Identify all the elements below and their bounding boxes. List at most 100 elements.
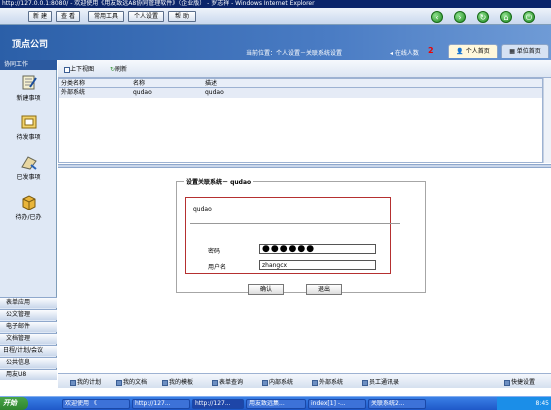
table-scrollbar[interactable]	[543, 78, 551, 163]
sidebar-item-sent-label: 已发事项	[16, 174, 41, 181]
exit-button[interactable]: 退出	[306, 284, 342, 295]
view-button[interactable]: 查 看	[56, 11, 80, 22]
sidebar-section-calendar[interactable]: 日程/计划/会议	[0, 345, 57, 356]
sidebar-title: 协同工作	[0, 60, 57, 70]
start-button[interactable]: 开始	[0, 397, 28, 410]
sidebar-section-files[interactable]: 文档管理	[0, 333, 57, 344]
logout-icon[interactable]: ⏻	[523, 11, 535, 23]
new-button[interactable]: 新 建	[28, 11, 52, 22]
settings-legend: 设置关联系统－ qudao	[184, 177, 254, 186]
main-toolbar: 上下视图 ↻刷新	[58, 60, 551, 78]
detail-panel: 设置关联系统－ qudao qudao 密码 ●●●●●● 用户名 zhangc…	[58, 168, 551, 373]
link-my-plan-label: 我的计划	[77, 379, 102, 386]
link-my-plan[interactable]: 我的计划	[70, 377, 101, 386]
tab-unit-home[interactable]: ▦ 单位首页	[501, 44, 549, 58]
password-label: 密码	[208, 248, 221, 255]
back-icon[interactable]: ‹	[431, 11, 443, 23]
link-my-documents[interactable]: 我的文档	[116, 377, 147, 386]
home-icon[interactable]: ⌂	[500, 11, 512, 23]
settings-icon	[504, 379, 510, 386]
tab-personal-home[interactable]: 👤 个人首页	[448, 44, 498, 58]
internal-system-icon	[262, 379, 268, 386]
refresh-label: 刷新	[115, 66, 128, 73]
sidebar-section-public-info[interactable]: 公共信息	[0, 357, 57, 368]
shortcut-settings-link[interactable]: 快捷设置	[504, 377, 535, 386]
refresh-button[interactable]: ↻刷新	[110, 64, 127, 73]
view-toggle-button[interactable]: 上下视图	[64, 64, 94, 73]
query-icon	[212, 379, 218, 386]
task-item[interactable]: http://127...	[192, 399, 244, 409]
link-internal-system[interactable]: 内部系统	[262, 377, 293, 386]
sidebar-section-email[interactable]: 电子邮件	[0, 321, 57, 332]
credentials-box: qudao 密码 ●●●●●● 用户名 zhangcx	[185, 197, 400, 274]
system-tray-clock: 8:45	[497, 397, 551, 410]
online-label: 在线人数	[394, 50, 419, 57]
link-directory[interactable]: 员工通讯录	[362, 377, 399, 386]
link-form-query[interactable]: 表单查询	[212, 377, 243, 386]
refresh-icon[interactable]: ↻	[477, 11, 489, 23]
template-icon	[162, 379, 168, 386]
tab-unit-home-label: 单位首页	[516, 48, 541, 55]
help-button[interactable]: 帮 助	[168, 11, 196, 22]
quick-links-bar: 我的计划 我的文档 我的模板 表单查询 内部系统 外部系统 员工通讯录 快捷设置	[58, 373, 551, 388]
sidebar-item-todo-done[interactable]: 待办/已办	[0, 194, 57, 221]
link-external-system-label: 外部系统	[319, 379, 344, 386]
personal-settings-button[interactable]: 个人设置	[128, 11, 164, 22]
sidebar-section-documents[interactable]: 公文管理	[0, 309, 57, 320]
online-count: 2	[428, 46, 434, 55]
sidebar-section-u8[interactable]: 用友U8	[0, 369, 57, 380]
sidebar-item-pending-label: 待发事项	[16, 134, 41, 141]
task-item[interactable]: 关联系统2...	[368, 399, 426, 409]
contacts-icon	[362, 379, 368, 386]
sidebar-item-pending[interactable]: 待发事项	[0, 114, 57, 141]
shortcut-settings-label: 快捷设置	[511, 379, 536, 386]
divider	[190, 223, 400, 224]
sidebar-item-new-label: 新建事项	[16, 95, 41, 102]
link-directory-label: 员工通讯录	[369, 379, 400, 386]
confirm-button[interactable]: 确认	[248, 284, 284, 295]
pending-item-icon	[20, 114, 38, 130]
task-item[interactable]: http://127...	[132, 399, 190, 409]
table-header: 分类名称 名称 描述	[59, 79, 542, 88]
row-description: qudao	[205, 89, 224, 96]
link-my-templates[interactable]: 我的模板	[162, 377, 193, 386]
todo-item-icon	[20, 194, 38, 211]
username-field[interactable]: zhangcx	[259, 260, 376, 270]
new-item-icon	[20, 75, 38, 91]
window-title: http://127.0.0.1:8080/ - 欢迎使用《用友致远A8协同管理…	[0, 0, 551, 8]
system-name: qudao	[193, 206, 212, 213]
row-name: qudao	[133, 89, 152, 96]
task-item[interactable]: index[1] -...	[308, 399, 366, 409]
breadcrumb: 当前位置：个人设置－关联系统设置	[246, 50, 343, 57]
forward-icon[interactable]: ›	[454, 11, 466, 23]
row-category: 外部系统	[61, 89, 86, 96]
online-users-link[interactable]: ◂ 在线人数	[390, 48, 419, 57]
link-internal-system-label: 内部系统	[269, 379, 294, 386]
link-form-query-label: 表单查询	[219, 379, 244, 386]
table-row[interactable]: 外部系统 qudao qudao	[59, 88, 542, 98]
sidebar-item-sent[interactable]: 已发事项	[0, 154, 57, 181]
user-icon: 👤	[456, 48, 464, 55]
link-external-system[interactable]: 外部系统	[312, 377, 343, 386]
password-field[interactable]: ●●●●●●	[259, 244, 376, 254]
column-category[interactable]: 分类名称	[61, 79, 85, 88]
plan-icon	[70, 379, 76, 386]
link-my-documents-label: 我的文档	[123, 379, 148, 386]
tools-button[interactable]: 常用工具	[88, 11, 124, 22]
company-name: 顶点公司	[12, 40, 49, 50]
sidebar-item-new[interactable]: 新建事项	[0, 75, 57, 102]
relation-settings-group: 设置关联系统－ qudao qudao 密码 ●●●●●● 用户名 zhangc…	[176, 177, 426, 295]
link-my-templates-label: 我的模板	[169, 379, 194, 386]
sent-item-icon	[20, 154, 38, 170]
column-description[interactable]: 描述	[205, 79, 217, 88]
username-label: 用户名	[208, 264, 227, 271]
system-table: 分类名称 名称 描述 外部系统 qudao qudao	[58, 78, 543, 163]
app-toolbar: 新 建 查 看 常用工具 个人设置 帮 助 ‹ › ↻ ⌂ ⏻	[0, 8, 551, 25]
building-icon: ▦	[509, 48, 515, 55]
column-name[interactable]: 名称	[133, 79, 145, 88]
task-item[interactable]: 欢迎使用 《	[62, 399, 130, 409]
external-system-icon	[312, 379, 318, 386]
sidebar-section-forms[interactable]: 表单应用	[0, 297, 57, 308]
task-item[interactable]: 用友致远集...	[246, 399, 306, 409]
view-toggle-label: 上下视图	[70, 66, 95, 73]
